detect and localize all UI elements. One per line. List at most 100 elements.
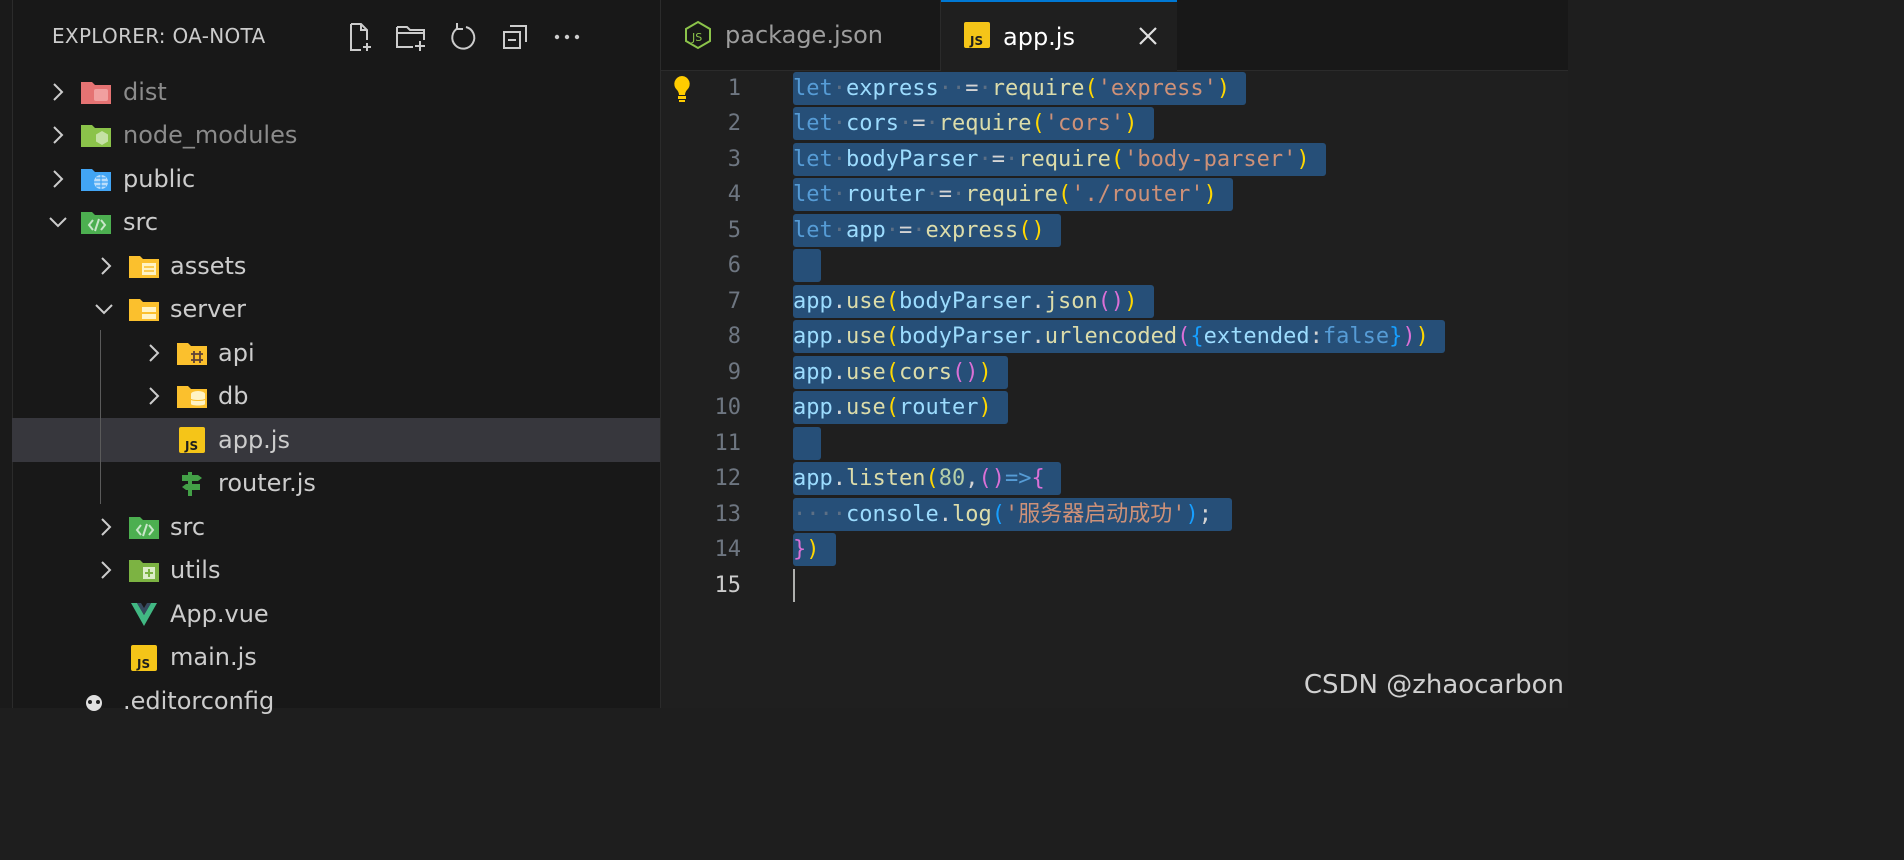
code-token: ;	[1198, 501, 1212, 527]
code-token: require	[938, 111, 1032, 136]
code-token: express	[925, 217, 1019, 243]
code-token: )	[1402, 324, 1416, 349]
code-token: .	[1031, 324, 1045, 349]
code-token: router	[899, 395, 979, 420]
code-token: =	[938, 182, 952, 207]
new-folder-icon[interactable]	[394, 20, 428, 54]
code-token: require	[1018, 146, 1111, 172]
code-line[interactable]: 12 app.listen(80,()=>{	[661, 461, 1568, 497]
code-token: (	[925, 466, 939, 491]
tree-item-public[interactable]: public	[12, 157, 660, 201]
tree-item-editorconfig[interactable]: .editorconfig	[12, 679, 660, 723]
chevron-right-icon	[48, 169, 68, 189]
line-number: 1	[727, 75, 741, 101]
tree-item-app-vue[interactable]: App.vue	[12, 592, 660, 636]
refresh-icon[interactable]	[446, 20, 480, 54]
svg-text:JS: JS	[136, 657, 150, 671]
tree-item-router-js[interactable]: router.js	[12, 462, 660, 506]
code-token: app	[846, 217, 886, 243]
code-line[interactable]: 11	[661, 426, 1568, 462]
code-token: =>	[1004, 466, 1032, 491]
code-editor[interactable]: 1 let·express··=·require('express') 2 let·c…	[661, 70, 1568, 708]
code-token: let	[793, 111, 833, 136]
code-line[interactable]: 13 ····console.log('服务器启动成功');	[661, 497, 1568, 533]
vue-file-icon	[130, 600, 162, 628]
code-line[interactable]: 4 let·router·=·require('./router')	[661, 177, 1568, 213]
code-token: =	[965, 75, 979, 101]
code-line[interactable]: 15	[661, 568, 1568, 604]
code-token: use	[846, 324, 886, 349]
tree-item-api[interactable]: api	[12, 331, 660, 375]
code-token: (	[1084, 75, 1098, 101]
code-token: )	[978, 359, 992, 385]
tree-item-main-js[interactable]: JS main.js	[12, 636, 660, 680]
line-number: 9	[727, 359, 741, 385]
chevron-down-icon	[94, 299, 114, 319]
tree-item-label: public	[123, 164, 196, 193]
collapse-all-icon[interactable]	[498, 20, 532, 54]
code-token: cors	[899, 359, 952, 385]
code-token: =	[912, 111, 926, 136]
code-token: )	[1203, 182, 1217, 207]
code-line[interactable]: 7 app.use(bodyParser.json())	[661, 284, 1568, 320]
tree-item-app-js[interactable]: JS app.js	[12, 418, 660, 462]
tree-item-db[interactable]: db	[12, 375, 660, 419]
code-line[interactable]: 1 let·express··=·require('express')	[661, 71, 1568, 107]
code-token: './router'	[1071, 182, 1204, 207]
tree-item-src[interactable]: src	[12, 201, 660, 245]
svg-text:JS: JS	[691, 31, 702, 44]
tree-item-label: api	[218, 338, 255, 367]
tab-app-js[interactable]: JS app.js	[941, 0, 1177, 71]
chevron-right-icon	[144, 343, 164, 363]
code-line[interactable]: 14})	[661, 532, 1568, 568]
tab-package-json[interactable]: JS package.json	[661, 0, 941, 70]
code-token: app	[793, 359, 833, 385]
tree-item-label: utils	[170, 556, 221, 585]
code-token: require	[991, 75, 1085, 101]
code-token: ·	[925, 182, 939, 207]
code-text: app.use(cors())	[793, 355, 992, 391]
code-token: app	[793, 288, 833, 314]
tree-item-dist[interactable]: dist	[12, 70, 660, 114]
code-token: log	[951, 501, 992, 527]
tree-item-src-nested[interactable]: src	[12, 505, 660, 549]
code-token: 'express'	[1097, 75, 1217, 101]
tab-bar: JS package.json JS app.js	[661, 0, 1568, 71]
code-line[interactable]: 8 app.use(bodyParser.urlencoded({extended…	[661, 319, 1568, 355]
code-token: let	[793, 75, 833, 101]
code-line[interactable]: 9 app.use(cors())	[661, 355, 1568, 391]
code-token: router	[846, 182, 926, 207]
code-token: ·	[885, 217, 899, 243]
code-line[interactable]: 2 let·cors·=·require('cors')	[661, 106, 1568, 142]
code-line[interactable]: 3 let·bodyParser·=·require('body-parser')	[661, 142, 1568, 178]
code-token: =	[991, 146, 1005, 172]
code-line[interactable]: 6	[661, 248, 1568, 284]
more-icon[interactable]	[550, 20, 584, 54]
code-token: ·	[898, 111, 913, 136]
code-line[interactable]: 10 app.use(router)	[661, 390, 1568, 426]
new-file-icon[interactable]	[342, 20, 376, 54]
line-number: 10	[714, 395, 742, 420]
tree-item-server[interactable]: server	[12, 288, 660, 332]
line-number: 13	[714, 501, 742, 527]
code-text: app.use(bodyParser.urlencoded({extended:…	[793, 319, 1429, 355]
file-tree: dist node_modules public src assets serv…	[12, 70, 660, 723]
code-token: )	[978, 395, 992, 420]
code-token: ····	[793, 501, 846, 527]
chevron-right-icon	[48, 82, 68, 102]
lightbulb-icon[interactable]	[671, 74, 693, 104]
code-token: )	[1124, 288, 1138, 314]
tree-item-node-modules[interactable]: node_modules	[12, 114, 660, 158]
code-token: {	[1190, 324, 1204, 349]
tree-item-assets[interactable]: assets	[12, 244, 660, 288]
code-token: .	[1031, 288, 1045, 314]
code-token: ·	[832, 75, 846, 101]
code-line[interactable]: 5 let·app·=·express()	[661, 213, 1568, 249]
line-number: 4	[727, 182, 741, 207]
close-icon[interactable]	[1135, 23, 1161, 49]
chevron-right-icon	[144, 386, 164, 406]
code-token: .	[832, 466, 846, 491]
code-token: ·	[978, 75, 992, 101]
folder-api-icon	[176, 339, 208, 367]
tree-item-utils[interactable]: utils	[12, 549, 660, 593]
